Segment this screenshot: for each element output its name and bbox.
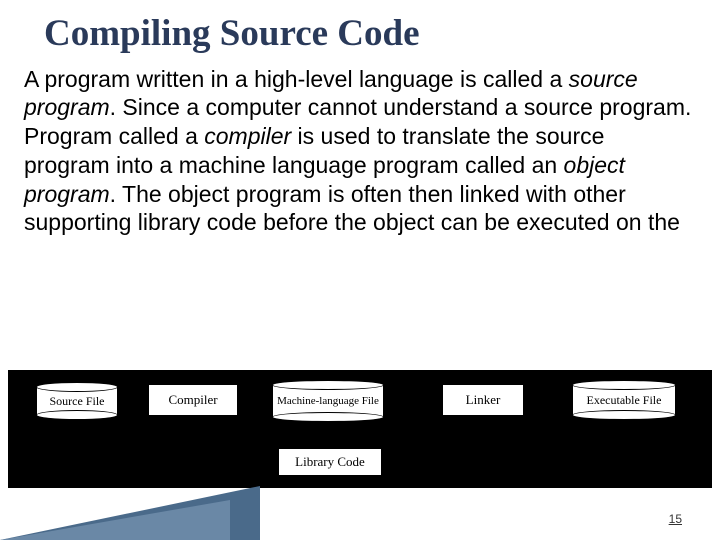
cylinder-source-file: Source File bbox=[36, 386, 118, 416]
page-number: 15 bbox=[669, 512, 682, 526]
decorative-wedge-front bbox=[0, 500, 230, 540]
box-linker: Linker bbox=[442, 384, 524, 416]
compilation-diagram: Source File Compiler Machine-language Fi… bbox=[8, 370, 712, 488]
slide-title: Compiling Source Code bbox=[44, 14, 700, 55]
slide-body-text: A program written in a high-level langua… bbox=[24, 65, 696, 238]
text-segment: . The object program is often then linke… bbox=[24, 181, 680, 236]
text-segment: A program written in a high-level langua… bbox=[24, 66, 569, 92]
cylinder-executable-file: Executable File bbox=[572, 384, 676, 416]
box-library-code: Library Code bbox=[278, 448, 382, 476]
slide: Compiling Source Code A program written … bbox=[0, 0, 720, 540]
term-compiler: compiler bbox=[204, 123, 291, 149]
box-compiler: Compiler bbox=[148, 384, 238, 416]
cylinder-machine-language-file: Machine-language File bbox=[272, 384, 384, 418]
